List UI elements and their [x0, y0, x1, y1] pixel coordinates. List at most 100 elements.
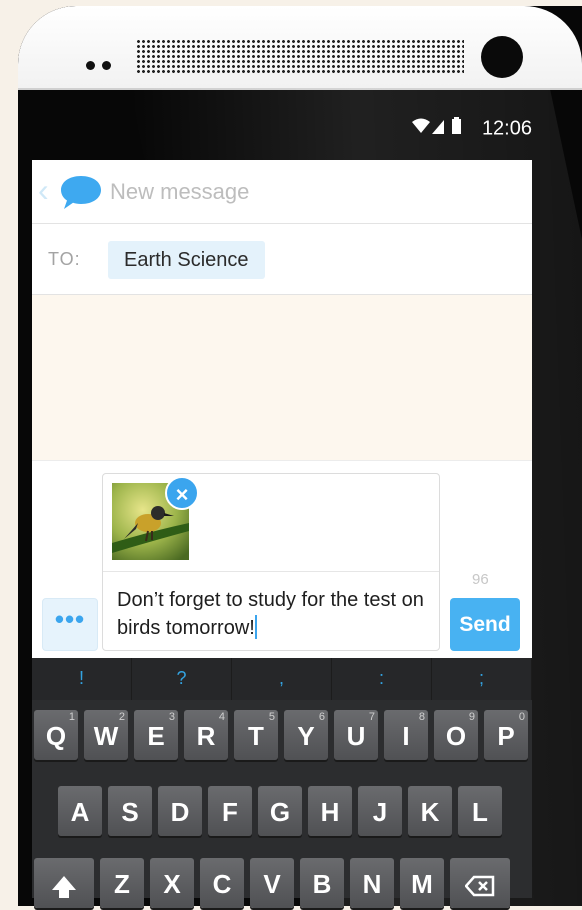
page-title: New message	[110, 179, 250, 204]
key-label: P	[497, 721, 515, 751]
send-button[interactable]: Send	[450, 598, 520, 651]
key[interactable]: X	[150, 858, 194, 908]
shift-icon	[52, 876, 76, 899]
phone-top-bezel	[18, 6, 582, 90]
more-options-button[interactable]: •••	[42, 598, 98, 651]
key[interactable]: H	[308, 786, 352, 836]
symbol-key[interactable]: !	[32, 658, 132, 700]
key-label: J	[372, 797, 388, 827]
status-bar: 12:06	[32, 116, 532, 156]
key[interactable]: W2	[84, 710, 128, 760]
key[interactable]: Z	[100, 858, 144, 908]
key-alt: 8	[418, 711, 425, 723]
key[interactable]: C	[200, 858, 244, 908]
key-label: Q	[45, 721, 67, 751]
key-label: H	[320, 797, 340, 827]
to-label: TO:	[48, 249, 81, 269]
key-label: I	[402, 721, 410, 751]
character-count: 96	[472, 571, 489, 588]
key-label: G	[269, 797, 291, 827]
key-alt: 4	[218, 711, 225, 723]
key[interactable]: N	[350, 858, 394, 908]
shift-key[interactable]	[34, 858, 94, 908]
app-logo-icon[interactable]	[58, 172, 104, 217]
key-label: S	[121, 797, 139, 827]
key[interactable]: V	[250, 858, 294, 908]
key[interactable]: B	[300, 858, 344, 908]
battery-icon	[452, 117, 462, 134]
key[interactable]: Y6	[284, 710, 328, 760]
recipient-row: TO: Earth Science	[32, 224, 532, 295]
key[interactable]: J	[358, 786, 402, 836]
key-alt: 7	[368, 711, 375, 723]
message-input[interactable]: Don’t forget to study for the test on bi…	[117, 586, 432, 642]
remove-attachment-icon[interactable]: ×	[165, 476, 199, 510]
delete-key[interactable]	[450, 858, 510, 908]
key-alt: 2	[118, 711, 125, 723]
key-label: F	[222, 797, 238, 827]
key-label: L	[472, 797, 488, 827]
key[interactable]: A	[58, 786, 102, 836]
symbol-key[interactable]: ;	[432, 658, 532, 700]
key[interactable]: D	[158, 786, 202, 836]
key-label: Y	[297, 721, 315, 751]
symbol-key[interactable]: ,	[232, 658, 332, 700]
key-label: K	[420, 797, 440, 827]
keyboard-row-1: Q1 W2 E3 R4 T5 Y6 U7 I8 O9 P0	[34, 710, 534, 760]
key[interactable]: E3	[134, 710, 178, 760]
symbol-key[interactable]: ?	[132, 658, 232, 700]
key-label: W	[93, 721, 119, 751]
key-label: R	[196, 721, 216, 751]
key[interactable]: Q1	[34, 710, 78, 760]
text-cursor	[254, 615, 257, 639]
key-label: O	[445, 721, 467, 751]
symbol-key[interactable]: :	[332, 658, 432, 700]
key[interactable]: P0	[484, 710, 528, 760]
key[interactable]: S	[108, 786, 152, 836]
compose-area: ••• × Don’t forget to study for the test…	[32, 460, 532, 659]
status-icons	[410, 116, 468, 142]
key[interactable]: G	[258, 786, 302, 836]
key-alt: 5	[268, 711, 275, 723]
key-label: V	[263, 869, 281, 899]
key[interactable]: M	[400, 858, 444, 908]
key[interactable]: K	[408, 786, 452, 836]
wifi-icon	[412, 118, 431, 133]
key-label: U	[346, 721, 366, 751]
key-alt: 1	[68, 711, 75, 723]
speaker-grille	[136, 39, 464, 75]
key-label: B	[312, 869, 332, 899]
compose-box[interactable]: × Don’t forget to study for the test on …	[102, 473, 440, 651]
key-alt: 6	[318, 711, 325, 723]
back-chevron-icon[interactable]: ‹	[38, 172, 49, 208]
message-thread	[32, 295, 532, 460]
key[interactable]: L	[458, 786, 502, 836]
app-header: ‹ New message	[32, 160, 532, 224]
message-text: Don’t forget to study for the test on bi…	[117, 589, 424, 639]
key-label: M	[411, 869, 433, 899]
sensor-dot	[86, 61, 95, 70]
sensor-dot	[102, 61, 111, 70]
key[interactable]: T5	[234, 710, 278, 760]
backspace-icon	[464, 875, 495, 897]
key[interactable]: O9	[434, 710, 478, 760]
key-alt: 9	[468, 711, 475, 723]
key-label: N	[362, 869, 382, 899]
keyboard-row-2: A S D F G H J K L	[58, 786, 508, 836]
key-label: T	[248, 721, 264, 751]
signal-icon	[432, 120, 445, 134]
key-label: A	[70, 797, 90, 827]
app-screen: ‹ New message TO: Earth Science ••• × Do…	[32, 160, 534, 908]
recipient-chip[interactable]: Earth Science	[108, 241, 265, 279]
key-label: C	[212, 869, 232, 899]
key-label: E	[147, 721, 165, 751]
status-time: 12:06	[481, 117, 532, 140]
key[interactable]: F	[208, 786, 252, 836]
keyboard-row-3: Z X C V B N M	[34, 858, 516, 908]
key[interactable]: I8	[384, 710, 428, 760]
key[interactable]: U7	[334, 710, 378, 760]
key-alt: 3	[168, 711, 175, 723]
key-label: Z	[114, 869, 130, 899]
key-label: X	[163, 869, 181, 899]
key[interactable]: R4	[184, 710, 228, 760]
